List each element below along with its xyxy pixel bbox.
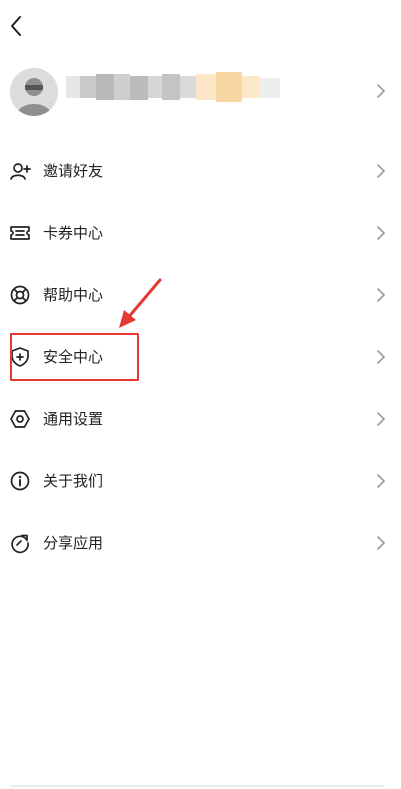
ticket-icon [10,226,30,240]
menu-item-help[interactable]: 帮助中心 [0,271,401,319]
hexagon-gear-icon [10,410,30,428]
menu-item-invite[interactable]: 邀请好友 [0,147,401,195]
info-icon [10,471,30,491]
avatar-placeholder-icon [10,68,58,116]
blurred-username [66,70,298,106]
bottom-divider [10,785,385,787]
chevron-right-icon [377,84,385,98]
menu-item-about[interactable]: 关于我们 [0,457,401,505]
chevron-right-icon [377,288,385,302]
menu-item-label: 帮助中心 [43,286,104,304]
annotation-highlight-box [10,333,139,381]
share-refresh-icon [11,534,29,554]
chevron-right-icon [377,412,385,426]
avatar [10,68,58,116]
menu-item-label: 分享应用 [43,534,104,552]
menu-item-settings[interactable]: 通用设置 [0,395,401,443]
user-plus-icon [10,163,31,180]
chevron-right-icon [377,164,385,178]
menu-item-coupons[interactable]: 卡券中心 [0,209,401,257]
profile-header[interactable] [0,60,401,122]
chevron-right-icon [377,226,385,240]
menu-item-label: 邀请好友 [43,162,104,180]
chevron-left-icon [11,16,21,36]
menu-item-label: 卡券中心 [43,224,104,242]
lifebuoy-icon [10,285,30,305]
chevron-right-icon [377,536,385,550]
annotation-arrow-icon [119,278,162,328]
back-button[interactable] [6,13,28,39]
chevron-right-icon [377,474,385,488]
menu-item-label: 通用设置 [43,410,104,428]
menu-item-label: 关于我们 [43,472,104,490]
menu-item-share[interactable]: 分享应用 [0,519,401,567]
chevron-right-icon [377,350,385,364]
